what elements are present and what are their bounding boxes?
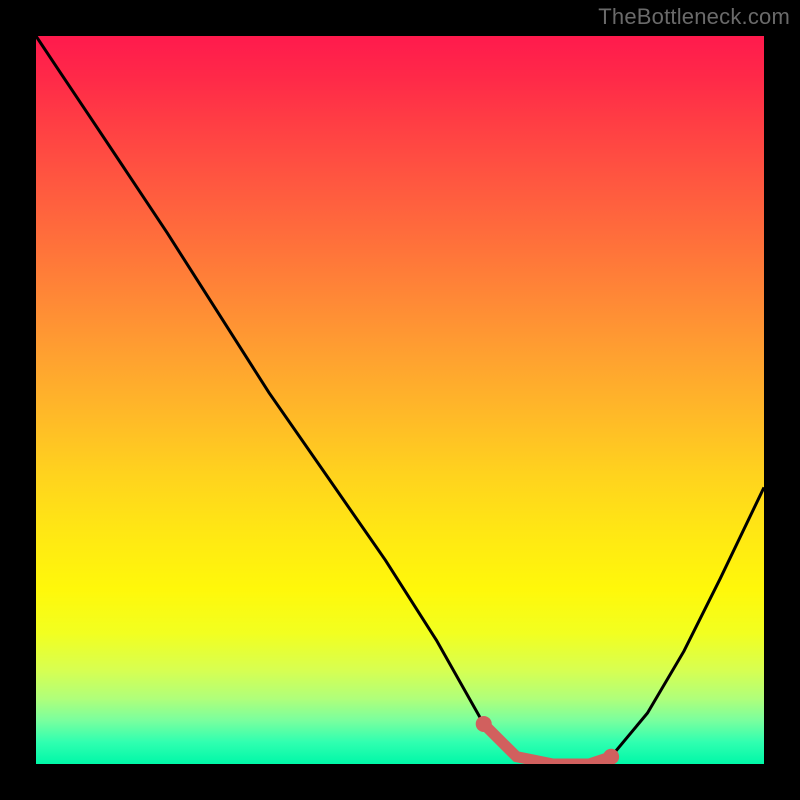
plot-area: [36, 36, 764, 764]
attribution-label: TheBottleneck.com: [598, 4, 790, 30]
highlight-segment: [484, 724, 611, 764]
chart-svg: [36, 36, 764, 764]
highlight-dot-right: [603, 749, 619, 764]
bottleneck-curve: [36, 36, 764, 764]
highlight-dot-left: [476, 716, 492, 732]
chart-frame: TheBottleneck.com: [0, 0, 800, 800]
